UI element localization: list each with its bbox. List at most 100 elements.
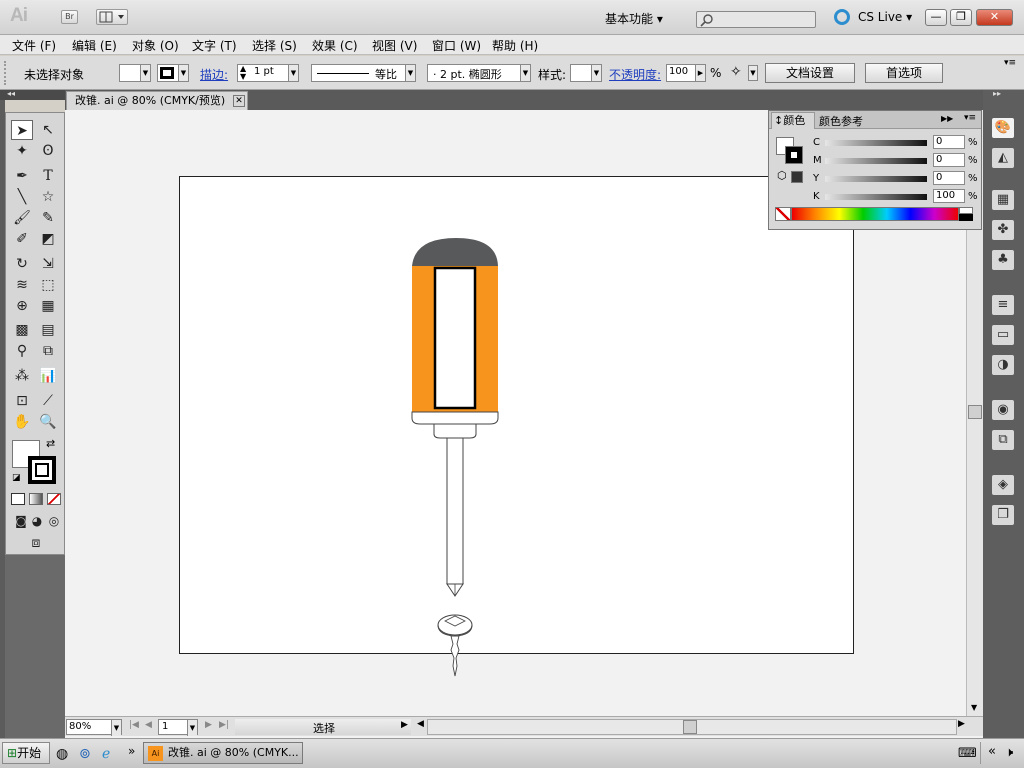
tab-color[interactable]: ↕颜色	[771, 112, 815, 129]
stroke-panel-icon[interactable]: ≡	[992, 295, 1014, 315]
channel-y-value[interactable]: 0	[933, 171, 965, 185]
panel-menu-icon[interactable]: ▾≡	[964, 113, 976, 123]
swatches-icon[interactable]: ▦	[992, 190, 1014, 210]
chevron-down-icon[interactable]: ▼	[748, 65, 758, 81]
menu-view[interactable]: 视图 (V)	[372, 37, 417, 54]
mesh-tool-icon[interactable]: ▩	[11, 320, 33, 340]
variable-width-profile[interactable]: 等比 ▼	[311, 64, 416, 82]
black-swatch[interactable]	[959, 214, 973, 221]
scroll-left-icon[interactable]: ◀	[417, 719, 424, 729]
stroke-color-dropdown[interactable]: ▼	[157, 64, 189, 82]
start-button[interactable]: ⊞开始	[2, 742, 50, 764]
pencil-tool-icon[interactable]: ✎	[37, 208, 59, 228]
channel-k-slider[interactable]	[825, 194, 927, 200]
graphic-style-dropdown[interactable]: ▼	[570, 64, 602, 82]
preferences-button[interactable]: 首选项	[865, 63, 943, 83]
help-search-input[interactable]	[696, 11, 816, 28]
hand-tool-icon[interactable]: ✋	[11, 412, 33, 432]
channel-k-value[interactable]: 100	[933, 189, 965, 203]
last-artboard-icon[interactable]: ▶|	[219, 720, 229, 730]
opacity-field[interactable]: 100 ▶	[666, 64, 706, 82]
menu-type[interactable]: 文字 (T)	[192, 37, 237, 54]
free-transform-tool-icon[interactable]: ⬚	[37, 275, 59, 295]
menu-file[interactable]: 文件 (F)	[12, 37, 56, 54]
scroll-right-icon[interactable]: ▶	[958, 719, 965, 729]
menu-edit[interactable]: 编辑 (E)	[72, 37, 117, 54]
document-setup-button[interactable]: 文档设置	[765, 63, 855, 83]
close-tab-icon[interactable]: ✕	[233, 95, 245, 107]
artboard-tool-icon[interactable]: ⊡	[11, 391, 33, 411]
color-mode-icon[interactable]	[11, 493, 25, 505]
first-artboard-icon[interactable]: |◀	[129, 720, 139, 730]
gradient-panel-icon[interactable]: ▭	[992, 325, 1014, 345]
brush-definition[interactable]: · 2 pt. 椭圆形 ▼	[427, 64, 531, 82]
status-menu[interactable]: 选择 ▶	[235, 719, 411, 735]
paintbrush-tool-icon[interactable]: 🖌	[11, 208, 33, 228]
gradient-mode-icon[interactable]	[29, 493, 43, 505]
screen-mode-icon[interactable]: ⧈	[23, 533, 49, 553]
stroke-swatch[interactable]	[28, 456, 56, 484]
menu-effect[interactable]: 效果 (C)	[312, 37, 358, 54]
perspective-grid-tool-icon[interactable]: ▦	[37, 296, 59, 316]
swap-fill-stroke-icon[interactable]: ⇄	[46, 437, 55, 450]
fill-color-dropdown[interactable]: ▼	[119, 64, 151, 82]
menu-object[interactable]: 对象 (O)	[132, 37, 179, 54]
color-spectrum-ramp[interactable]	[791, 207, 959, 221]
pen-tool-icon[interactable]: ✒	[11, 166, 33, 186]
selection-tool-icon[interactable]: ➤	[11, 120, 33, 140]
zoom-tool-icon[interactable]: 🔍	[37, 412, 59, 432]
minimize-button[interactable]: —	[925, 9, 947, 26]
transparency-icon[interactable]: ◑	[992, 355, 1014, 375]
white-swatch[interactable]	[959, 207, 973, 214]
channel-m-value[interactable]: 0	[933, 153, 965, 167]
scale-tool-icon[interactable]: ⇲	[37, 254, 59, 274]
symbol-sprayer-tool-icon[interactable]: ⁂	[11, 366, 33, 386]
panel-menu-icon[interactable]: ▾≡	[1004, 58, 1016, 68]
artboards-panel-icon[interactable]: ❐	[992, 505, 1014, 525]
bridge-button[interactable]: Br	[61, 10, 78, 24]
color-guide-icon[interactable]: ◭	[992, 148, 1014, 168]
shape-builder-tool-icon[interactable]: ⊕	[11, 296, 33, 316]
opacity-panel-link[interactable]: 不透明度:	[609, 66, 661, 83]
appearance-icon[interactable]: ◉	[992, 400, 1014, 420]
type-tool-icon[interactable]: T	[37, 166, 59, 186]
cs-live-menu[interactable]: CS Live ▾	[858, 10, 912, 24]
arrange-documents-button[interactable]	[96, 9, 128, 25]
recolor-artwork-icon[interactable]: ✧	[730, 64, 742, 80]
explorer-icon[interactable]: ⊚	[79, 746, 91, 762]
tab-color-guide[interactable]: 颜色参考	[819, 113, 863, 129]
none-mode-icon[interactable]	[47, 493, 61, 505]
artboard-number-field[interactable]: 1 ▼	[158, 719, 198, 736]
scroll-down-icon[interactable]: ▼	[971, 703, 977, 712]
collapse-panel-icon[interactable]: ▶▶	[941, 114, 953, 123]
menu-select[interactable]: 选择 (S)	[252, 37, 297, 54]
gradient-tool-icon[interactable]: ▤	[37, 320, 59, 340]
chrome-icon[interactable]: ◍	[56, 746, 68, 762]
color-panel-icon[interactable]: 🎨	[992, 118, 1014, 138]
slice-tool-icon[interactable]: ⟋	[37, 391, 59, 411]
graphic-styles-icon[interactable]: ⧉	[992, 430, 1014, 450]
previous-artboard-icon[interactable]: ◀	[145, 720, 152, 730]
channel-c-value[interactable]: 0	[933, 135, 965, 149]
stroke-weight-field[interactable]: ▲ ▼ 1 pt ▼	[237, 64, 299, 82]
eyedropper-tool-icon[interactable]: ⚲	[11, 341, 33, 361]
stroke-panel-link[interactable]: 描边:	[200, 66, 228, 83]
width-tool-icon[interactable]: ≋	[11, 275, 33, 295]
quick-launch-more-icon[interactable]: »	[128, 744, 135, 758]
none-color-icon[interactable]	[775, 207, 791, 221]
default-fill-stroke-icon[interactable]: ◪	[12, 473, 21, 483]
out-of-gamut-cube-icon[interactable]: ⬡	[777, 169, 787, 182]
column-graph-tool-icon[interactable]: 📊	[37, 366, 59, 386]
panel-gripper[interactable]	[4, 61, 7, 85]
expand-panels-icon[interactable]: ▸▸	[993, 89, 1001, 98]
channel-c-slider[interactable]	[825, 140, 927, 146]
scroll-thumb[interactable]	[968, 405, 982, 419]
line-tool-icon[interactable]: ╲	[11, 187, 33, 207]
taskbar-illustrator-item[interactable]: Ai 改锥. ai @ 80% (CMYK...	[143, 742, 303, 764]
h-scroll-thumb[interactable]	[683, 720, 697, 734]
magic-wand-tool-icon[interactable]: ✦	[11, 141, 33, 161]
workspace-switcher[interactable]: 基本功能 ▾	[605, 10, 663, 27]
channel-y-slider[interactable]	[825, 176, 927, 182]
volume-icon[interactable]: 🕨	[1005, 745, 1013, 760]
keyboard-icon[interactable]: ⌨	[958, 746, 977, 761]
